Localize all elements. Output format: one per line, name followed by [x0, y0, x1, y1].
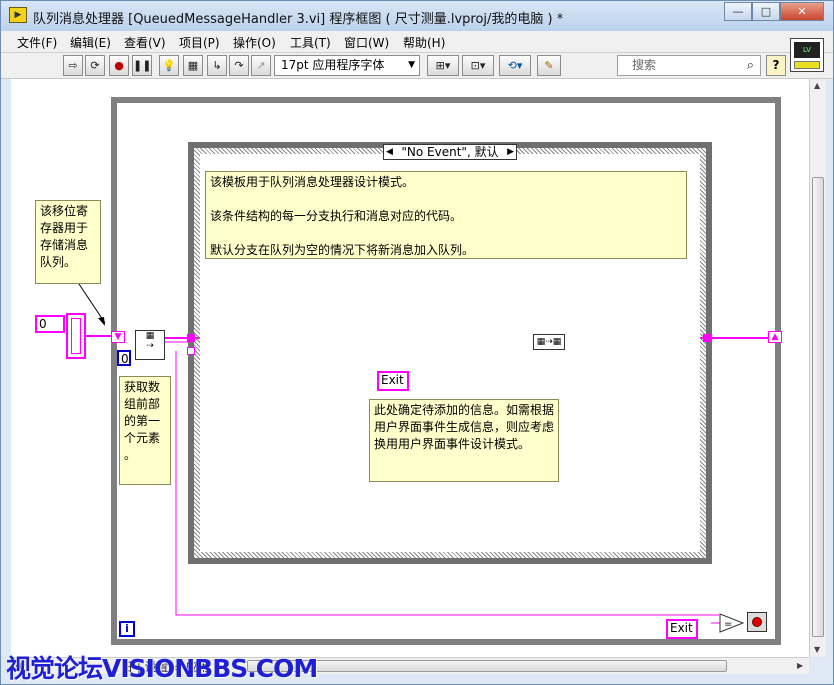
vertical-scrollbar[interactable]: ▲ ▼: [809, 79, 826, 657]
comment-shift-register: 该移位寄 存器用于 存储消息 队列。: [35, 200, 101, 284]
align-objects-icon[interactable]: ⊞▾: [427, 55, 459, 76]
vertical-scroll-thumb[interactable]: [812, 177, 824, 637]
array-index-display[interactable]: 0: [35, 315, 65, 333]
menu-window[interactable]: 窗口(W): [344, 34, 389, 51]
pause-icon[interactable]: ❚❚: [132, 55, 152, 76]
iteration-terminal-icon: i: [119, 621, 135, 637]
comment-get-element: 获取数 组前部 的第一 个元素 。: [119, 376, 171, 485]
case-next-arrow-icon[interactable]: ▶: [507, 145, 514, 159]
comment-template: 该模板用于队列消息处理器设计模式。 该条件结构的每一分支执行和消息对应的代码。 …: [205, 171, 687, 259]
case-selector-value: "No Event", 默认: [401, 145, 499, 159]
stop-dot: [752, 617, 762, 627]
title-bar: ▶ 队列消息处理器 [QueuedMessageHandler 3.vi] 程序…: [1, 1, 833, 31]
search-placeholder: 搜索: [632, 58, 657, 72]
queue-array-constant[interactable]: [66, 313, 86, 359]
labview-window: ▶ 队列消息处理器 [QueuedMessageHandler 3.vi] 程序…: [0, 0, 834, 685]
menu-project[interactable]: 项目(P): [179, 34, 220, 51]
clean-up-diagram-icon[interactable]: ✎: [537, 55, 561, 76]
step-over-icon[interactable]: ↷: [229, 55, 249, 76]
equal-compare-icon[interactable]: =: [719, 613, 745, 633]
tunnel-out-icon: [703, 334, 711, 342]
step-into-icon[interactable]: ↳: [207, 55, 227, 76]
build-array-icon[interactable]: ▦⇢▦: [533, 334, 565, 350]
distribute-objects-icon[interactable]: ⊡▾: [462, 55, 494, 76]
menu-bar: 文件(F) 编辑(E) 查看(V) 项目(P) 操作(O) 工具(T) 窗口(W…: [1, 31, 833, 53]
vi-icon-screen: LV: [794, 42, 820, 58]
horizontal-scroll-thumb[interactable]: [247, 660, 727, 672]
vi-icon[interactable]: LV: [790, 38, 824, 72]
menu-help[interactable]: 帮助(H): [403, 34, 445, 51]
menu-tools[interactable]: 工具(T): [290, 34, 331, 51]
retain-wire-values-icon[interactable]: ▦: [183, 55, 203, 76]
scroll-right-icon[interactable]: ▶: [797, 661, 803, 670]
shift-register-left-icon[interactable]: ▼: [111, 331, 125, 343]
toolbar: ⇨ ⟳ ● ❚❚ 💡 ▦ ↳ ↷ ↗ 17pt 应用程序字体 ▼ ⊞▾ ⊡▾ ⟲…: [1, 53, 833, 79]
case-prev-arrow-icon[interactable]: ◀: [386, 145, 393, 159]
shift-register-right-icon[interactable]: ▲: [768, 331, 782, 343]
close-button[interactable]: ✕: [780, 2, 824, 21]
maximize-button[interactable]: □: [752, 2, 780, 21]
svg-text:=: =: [724, 619, 732, 630]
comment-add-message: 此处确定待添加的信息。如需根据 用户界面事件生成信息，则应考虑 换用用户界面事件…: [369, 399, 559, 482]
search-input[interactable]: 搜索 ⌕: [617, 55, 761, 76]
menu-file[interactable]: 文件(F): [17, 34, 57, 51]
array-element-slot: [71, 318, 81, 354]
search-icon[interactable]: ⌕: [747, 56, 754, 75]
run-arrow-icon[interactable]: ⇨: [63, 55, 83, 76]
window-title: 队列消息处理器 [QueuedMessageHandler 3.vi] 程序框图…: [33, 12, 564, 27]
tunnel-element-icon: [187, 347, 195, 355]
exit-string-constant[interactable]: Exit: [377, 371, 409, 391]
delete-from-array-icon[interactable]: ▦ ⇢: [135, 330, 165, 360]
run-continuously-icon[interactable]: ⟳: [85, 55, 105, 76]
chevron-down-icon: ▼: [408, 60, 415, 70]
tunnel-in-icon: [187, 334, 195, 342]
comment-pointer-arrowhead: [98, 317, 105, 326]
menu-operate[interactable]: 操作(O): [233, 34, 276, 51]
watermark-logo: 视觉论坛VISIONBBS.COM: [6, 654, 318, 683]
step-out-icon[interactable]: ↗: [251, 55, 271, 76]
stop-condition-icon[interactable]: [747, 612, 767, 632]
vi-icon-bar: [794, 61, 820, 69]
context-help-button[interactable]: ?: [766, 55, 786, 76]
labview-app-icon: ▶: [9, 7, 27, 23]
case-selector-label[interactable]: ◀ "No Event", 默认 ▶: [383, 144, 517, 160]
menu-edit[interactable]: 编辑(E): [70, 34, 111, 51]
font-select-value: 17pt 应用程序字体: [281, 58, 385, 72]
font-select[interactable]: 17pt 应用程序字体 ▼: [274, 55, 420, 76]
scroll-down-icon[interactable]: ▼: [814, 645, 820, 654]
highlight-execution-icon[interactable]: 💡: [159, 55, 179, 76]
scroll-up-icon[interactable]: ▲: [814, 81, 820, 90]
index-constant[interactable]: 0: [117, 350, 131, 366]
minimize-button[interactable]: —: [724, 2, 752, 21]
reorder-icon[interactable]: ⟲▾: [499, 55, 531, 76]
menu-view[interactable]: 查看(V): [124, 34, 166, 51]
exit-string-constant-outer[interactable]: Exit: [666, 619, 698, 639]
abort-icon[interactable]: ●: [109, 55, 129, 76]
block-diagram-canvas[interactable]: ◀ "No Event", 默认 ▶ 该模板用于队列消息处理器设计模式。 该条件…: [11, 79, 809, 657]
